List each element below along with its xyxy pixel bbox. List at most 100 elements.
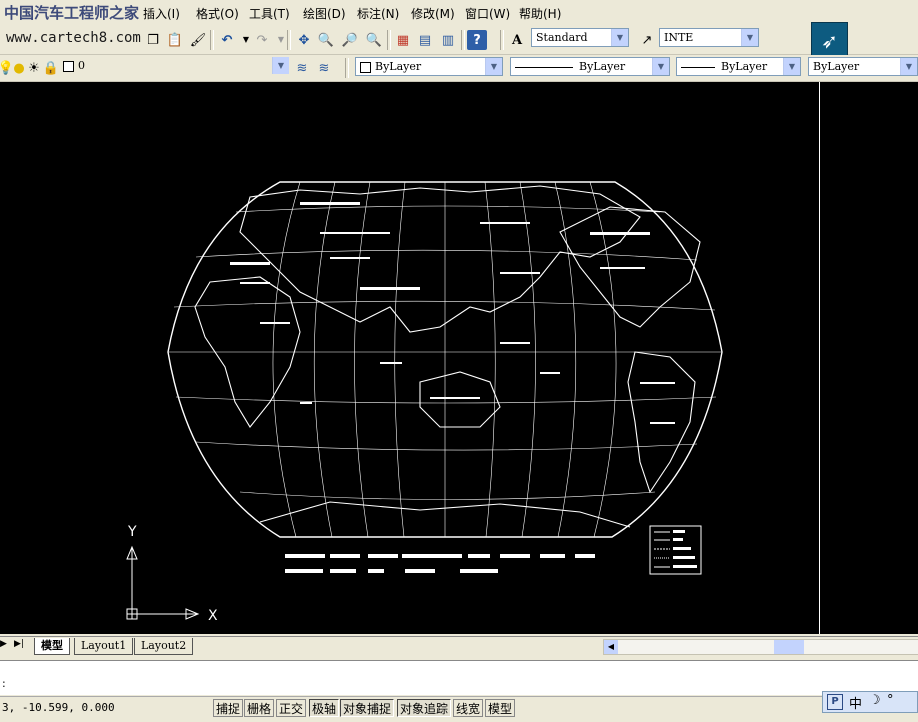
properties-icon[interactable]: ▦ — [393, 30, 413, 50]
toolbar-separator — [345, 58, 349, 78]
layout-tab-bar: ▶ ▶| 模型 Layout1 Layout2 ◀ — [0, 636, 918, 657]
paste-icon[interactable]: 📋 — [165, 30, 185, 50]
help-icon[interactable]: ? — [467, 30, 487, 50]
layer-on-icon[interactable]: 💡 — [0, 58, 14, 78]
ucs-x-label: X — [208, 608, 218, 624]
dimension-style-icon[interactable]: ↗ — [637, 30, 657, 50]
layer-color-swatch — [63, 60, 74, 72]
watermark-title: 中国汽车工程师之家 — [4, 4, 140, 22]
match-properties-icon[interactable]: 🖌 — [188, 30, 208, 50]
plot-style-value: ByLayer — [813, 60, 860, 73]
grid-toggle[interactable]: 栅格 — [244, 699, 275, 717]
map-legend-box — [649, 525, 702, 575]
app-logo-icon: ➶ — [811, 22, 848, 59]
chevron-down-icon: ▼ — [741, 29, 758, 46]
layer-lock-icon[interactable]: 🔒 — [43, 58, 59, 78]
tab-prev-icon[interactable]: ▶ — [0, 639, 12, 653]
menu-insert[interactable]: 插入(I) — [143, 5, 180, 22]
design-center-icon[interactable]: ▤ — [415, 30, 435, 50]
zoom-realtime-icon[interactable]: 🔍 — [316, 30, 336, 50]
status-bar: 3, -10.599, 0.000 捕捉 栅格 正交 极轴 对象捕捉 对象追踪 … — [0, 691, 918, 722]
plot-style-select[interactable]: ByLayer ▼ — [808, 57, 918, 76]
text-style-value: Standard — [536, 31, 588, 44]
coordinate-readout: 3, -10.599, 0.000 — [2, 701, 115, 714]
scroll-thumb[interactable] — [774, 640, 804, 654]
otrack-toggle[interactable]: 对象追踪 — [397, 699, 452, 717]
ortho-toggle[interactable]: 正交 — [276, 699, 307, 717]
text-style-select[interactable]: Standard ▼ — [531, 28, 629, 47]
menu-dimension[interactable]: 标注(N) — [357, 5, 399, 22]
undo-icon[interactable]: ↶ — [217, 30, 237, 50]
color-swatch — [360, 61, 371, 73]
dimension-style-value: INTE — [664, 31, 694, 44]
tab-model[interactable]: 模型 — [34, 638, 70, 655]
toolbar-separator — [500, 30, 504, 50]
tab-layout2[interactable]: Layout2 — [134, 638, 194, 655]
toolbar-separator — [210, 30, 214, 50]
lineweight-toggle[interactable]: 线宽 — [453, 699, 484, 717]
cursor-crosshair — [819, 82, 820, 634]
copy-icon[interactable]: ❐ — [143, 30, 163, 50]
redo-icon[interactable]: ↷ — [252, 30, 272, 50]
toolbar-separator — [461, 30, 465, 50]
tab-layout1[interactable]: Layout1 — [74, 638, 134, 655]
color-select[interactable]: ByLayer ▼ — [355, 57, 503, 76]
layer-select[interactable]: 0 ▼ — [59, 57, 289, 76]
zoom-window-icon[interactable]: 🔎 — [340, 30, 360, 50]
ime-moon-icon[interactable]: ☽ — [869, 693, 881, 708]
menu-tools[interactable]: 工具(T) — [249, 5, 290, 22]
chevron-down-icon: ▼ — [611, 29, 628, 46]
menu-modify[interactable]: 修改(M) — [411, 5, 455, 22]
map-detail-marks — [230, 202, 675, 424]
menu-help[interactable]: 帮助(H) — [519, 5, 561, 22]
tab-last-icon[interactable]: ▶| — [14, 639, 28, 653]
chevron-down-icon: ▼ — [783, 58, 800, 75]
linetype-select[interactable]: ByLayer ▼ — [510, 57, 670, 76]
pan-icon[interactable]: ✥ — [294, 30, 314, 50]
layer-vp-freeze-icon[interactable]: ☀ — [27, 58, 41, 78]
color-value: ByLayer — [375, 60, 422, 73]
dimension-style-select[interactable]: INTE ▼ — [659, 28, 759, 47]
menu-format[interactable]: 格式(O) — [196, 5, 239, 22]
map-legend-row — [285, 554, 595, 573]
toolbar-separator — [387, 30, 391, 50]
properties-toolbar: 💡 ● ☀ 🔒 0 ▼ ≋ ≋ ByLayer ▼ ByLayer ▼ ByLa… — [0, 55, 918, 82]
layer-previous-icon[interactable]: ≋ — [314, 58, 334, 78]
watermark-url: www.cartech8.com — [6, 30, 141, 46]
zoom-previous-icon[interactable]: 🔍 — [364, 30, 384, 50]
horizontal-scrollbar[interactable]: ◀ — [603, 639, 918, 655]
tool-palettes-icon[interactable]: ▥ — [438, 30, 458, 50]
linetype-value: ByLayer — [579, 60, 626, 73]
ucs-y-label: Y — [127, 524, 137, 540]
layer-value: 0 — [78, 59, 85, 72]
menu-draw[interactable]: 绘图(D) — [303, 5, 346, 22]
chevron-down-icon: ▼ — [272, 57, 289, 74]
linetype-preview — [515, 66, 573, 68]
continents — [194, 185, 701, 528]
world-map-drawing: Y X — [126, 181, 723, 624]
lineweight-select[interactable]: ByLayer ▼ — [676, 57, 801, 76]
chevron-down-icon: ▼ — [485, 58, 502, 75]
ime-tray[interactable]: P 中 ☽ ° — [822, 691, 918, 713]
lineweight-value: ByLayer — [721, 60, 768, 73]
layer-manager-icon[interactable]: ≋ — [292, 58, 312, 78]
watermark-logo: 中国汽车工程师之家 — [4, 2, 139, 23]
command-line[interactable]: : — [0, 660, 918, 695]
osnap-toggle[interactable]: 对象捕捉 — [340, 699, 395, 717]
text-style-icon[interactable]: A — [507, 30, 527, 50]
layer-freeze-icon[interactable]: ● — [12, 58, 26, 78]
ime-punct-icon[interactable]: ° — [887, 693, 894, 708]
ime-lang-label[interactable]: 中 — [849, 693, 862, 712]
model-paper-toggle[interactable]: 模型 — [485, 699, 516, 717]
drawing-area[interactable]: Y X — [0, 82, 918, 634]
polar-toggle[interactable]: 极轴 — [309, 699, 340, 717]
lineweight-preview — [681, 66, 715, 68]
chevron-down-icon: ▼ — [900, 58, 917, 75]
snap-toggle[interactable]: 捕捉 — [213, 699, 244, 717]
longitude-lines — [272, 181, 617, 538]
toolbar-separator — [287, 30, 291, 50]
ime-p-icon[interactable]: P — [827, 694, 843, 710]
scroll-left-icon[interactable]: ◀ — [604, 640, 618, 654]
menu-window[interactable]: 窗口(W) — [465, 5, 510, 22]
ucs-icon — [126, 545, 200, 620]
